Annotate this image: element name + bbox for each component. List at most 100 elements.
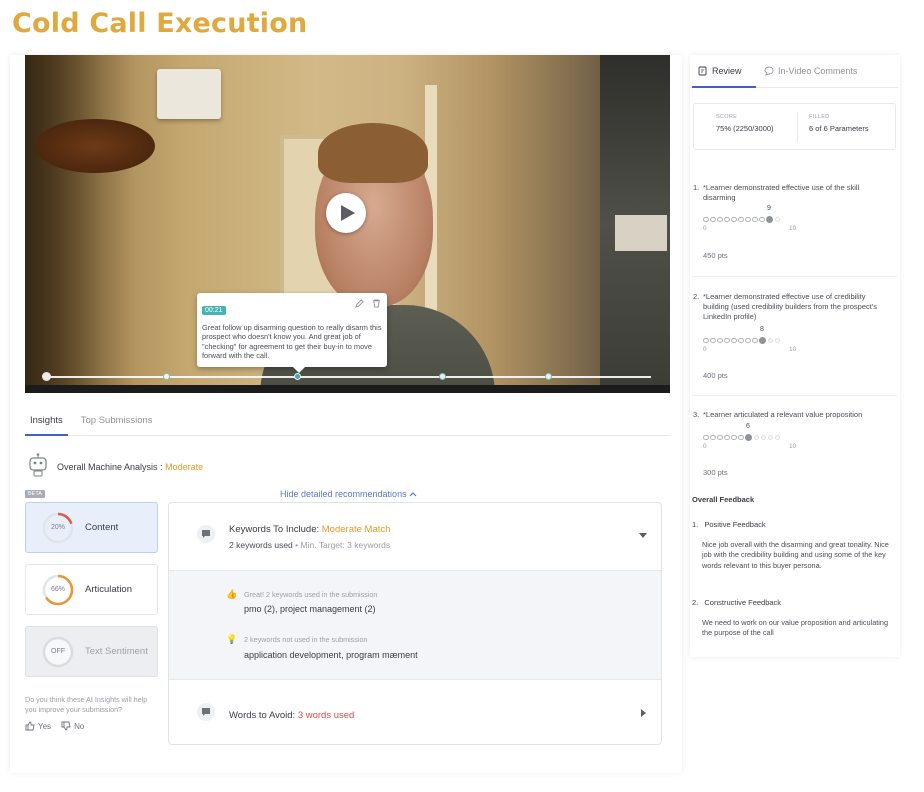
parameter-scale[interactable]: 9 0 10 xyxy=(703,205,803,233)
scale-dot[interactable] xyxy=(738,434,744,441)
scale-dot[interactable] xyxy=(724,337,730,344)
scale-dot[interactable] xyxy=(731,434,737,441)
scale-dot[interactable] xyxy=(774,216,780,223)
scale-dot[interactable] xyxy=(760,434,766,441)
tab-in-video-comments[interactable]: In-Video Comments xyxy=(764,66,857,76)
video-frame-box xyxy=(615,215,667,251)
scale-dot-selected[interactable] xyxy=(759,337,766,344)
robot-icon xyxy=(29,453,47,477)
feedback-heading-label: Constructive Feedback xyxy=(704,598,782,607)
score-card-text-sentiment[interactable]: OFF Text Sentiment xyxy=(25,626,158,677)
score-card-articulation[interactable]: 66% Articulation xyxy=(25,564,158,615)
scale-dot[interactable] xyxy=(731,337,737,344)
parameter-points: 450 pts xyxy=(703,251,728,260)
scale-dot[interactable] xyxy=(738,337,744,344)
scale-dots[interactable] xyxy=(703,216,780,223)
scale-value: 9 xyxy=(767,205,771,212)
scale-dot[interactable] xyxy=(710,337,716,344)
no-button[interactable]: No xyxy=(61,721,84,731)
keywords-not-used-heading: 2 keywords not used in the submission xyxy=(244,635,368,644)
scale-dot[interactable] xyxy=(759,216,765,223)
comment-timestamp[interactable]: 00:21 xyxy=(202,306,226,315)
score-percent: 20% xyxy=(50,523,65,531)
score-card-content[interactable]: 20% Content xyxy=(25,502,158,553)
thumbs-down-icon xyxy=(61,721,71,731)
chevron-right-icon[interactable] xyxy=(641,709,647,717)
scale-dot-selected[interactable] xyxy=(745,434,752,441)
scale-max: 10 xyxy=(789,443,797,450)
scale-dot[interactable] xyxy=(752,337,758,344)
comment-text: Great follow up disarming question to re… xyxy=(202,323,382,361)
scale-dot[interactable] xyxy=(703,216,709,223)
scale-dot[interactable] xyxy=(753,434,759,441)
machine-analysis: Overall Machine Analysis : Moderate xyxy=(57,462,203,472)
scale-dot-selected[interactable] xyxy=(766,216,773,223)
keywords-match: Moderate Match xyxy=(321,524,391,535)
overall-feedback-title: Overall Feedback xyxy=(692,495,755,504)
tab-in-video-comments-label: In-Video Comments xyxy=(778,66,858,76)
parameter-question: 2. *Learner demonstrated effective use o… xyxy=(693,292,893,322)
words-to-avoid-label: Words to Avoid: xyxy=(229,710,296,721)
feedback-text: Nice job overall with the disarming and … xyxy=(702,540,889,570)
scale-dot[interactable] xyxy=(774,337,780,344)
timeline-comment-marker[interactable] xyxy=(545,373,552,380)
tab-review[interactable]: Review xyxy=(698,66,742,76)
parameter-scale[interactable]: 6 0 10 xyxy=(703,423,803,451)
scale-dot[interactable] xyxy=(703,434,709,441)
parameter-points: 300 pts xyxy=(703,468,728,477)
score-ring: 20% xyxy=(41,511,75,545)
score-label: SCORE xyxy=(716,114,738,120)
scale-dot[interactable] xyxy=(774,434,780,441)
scale-dot[interactable] xyxy=(767,337,773,344)
lightbulb-icon: 💡 xyxy=(226,634,238,644)
scale-dot[interactable] xyxy=(752,216,758,223)
yes-button[interactable]: Yes xyxy=(25,721,51,731)
scale-dot[interactable] xyxy=(717,434,723,441)
video-frame-ac-unit xyxy=(157,69,221,119)
video-timeline[interactable] xyxy=(42,372,651,381)
delete-icon[interactable] xyxy=(372,299,381,308)
keywords-title-label: Keywords To Include: xyxy=(229,524,320,535)
scale-dot[interactable] xyxy=(710,434,716,441)
play-button[interactable] xyxy=(326,193,366,233)
feedback-number: 2. xyxy=(692,598,699,607)
parameter-points: 400 pts xyxy=(703,371,728,380)
scale-dot[interactable] xyxy=(745,337,751,344)
edit-icon[interactable] xyxy=(355,299,364,308)
words-to-avoid[interactable]: Words to Avoid: 3 words used xyxy=(229,710,354,721)
scale-dot[interactable] xyxy=(724,216,730,223)
timeline-comment-marker[interactable] xyxy=(294,373,301,380)
scale-dot[interactable] xyxy=(710,216,716,223)
chevron-down-icon[interactable] xyxy=(639,533,647,539)
scale-dot[interactable] xyxy=(703,337,709,344)
scale-dots[interactable] xyxy=(703,337,780,344)
feedback-heading: 1. Positive Feedback xyxy=(692,520,766,529)
scale-dot[interactable] xyxy=(717,337,723,344)
score-label: Articulation xyxy=(85,584,132,595)
score-ring: 66% xyxy=(41,573,75,607)
scale-dot[interactable] xyxy=(717,216,723,223)
scale-dot[interactable] xyxy=(745,216,751,223)
scale-dots[interactable] xyxy=(703,434,780,441)
parameter-text: *Learner articulated a relevant value pr… xyxy=(703,410,863,419)
beta-badge: BETA xyxy=(25,490,45,498)
tab-insights[interactable]: Insights xyxy=(25,412,68,436)
parameter-text: *Learner demonstrated effective use of t… xyxy=(703,183,860,202)
scale-dot[interactable] xyxy=(731,216,737,223)
yes-label: Yes xyxy=(38,721,52,731)
video-frame-person-hair xyxy=(318,123,428,183)
keywords-header[interactable]: Keywords To Include: Moderate Match 2 ke… xyxy=(169,503,661,570)
timeline-comment-marker[interactable] xyxy=(163,373,170,380)
timeline-comment-marker[interactable] xyxy=(439,373,446,380)
scale-dot[interactable] xyxy=(724,434,730,441)
scale-dot[interactable] xyxy=(767,434,773,441)
insights-tabs: Insights Top Submissions xyxy=(25,412,670,436)
tab-top-submissions[interactable]: Top Submissions xyxy=(76,412,158,436)
feedback-buttons: Yes No xyxy=(25,721,84,731)
hide-recommendations-link[interactable]: Hide detailed recommendations xyxy=(280,489,417,499)
scale-dot[interactable] xyxy=(738,216,744,223)
keywords-min-target: • Min. Target: 3 keywords xyxy=(295,540,391,550)
video-comment-card[interactable]: 00:21 Great follow up disarming question… xyxy=(197,293,387,373)
parameter-scale[interactable]: 8 0 10 xyxy=(703,326,803,354)
timeline-playhead[interactable] xyxy=(42,372,51,381)
